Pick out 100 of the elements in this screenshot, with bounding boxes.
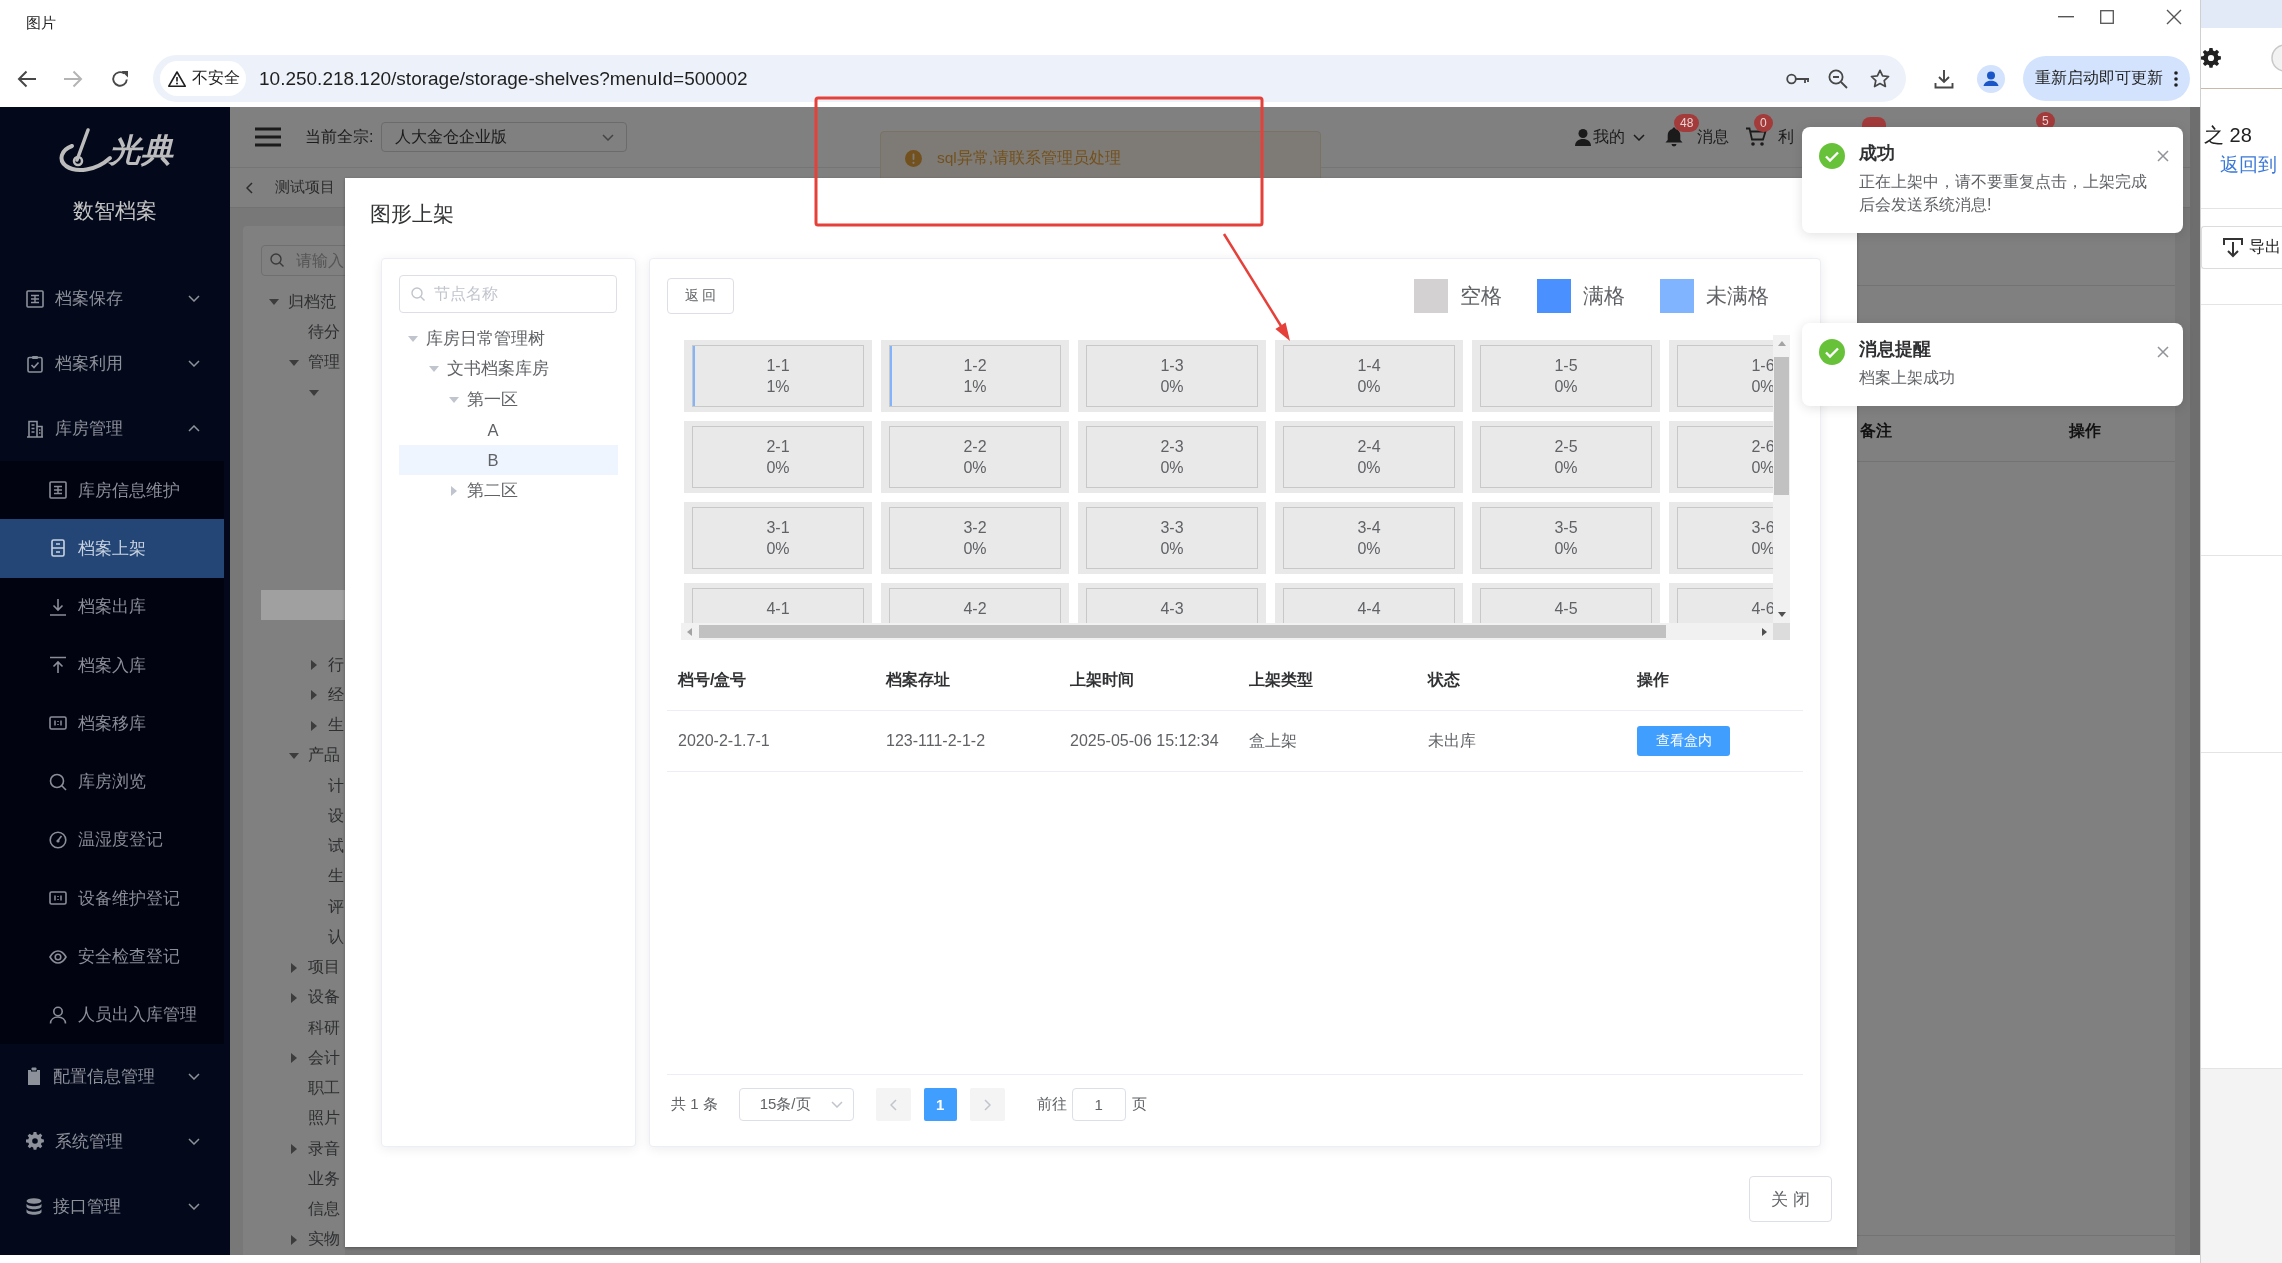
shelf-cell[interactable]: 1-1 1%	[684, 340, 872, 412]
sidebar-item[interactable]: 配置信息管理	[0, 1043, 230, 1109]
fonds-select[interactable]: 人大金仓企业版	[381, 122, 628, 152]
user-menu[interactable]: 我的	[1575, 126, 1645, 148]
breadcrumb-tab[interactable]: 测试项目	[275, 178, 335, 197]
shelf-cell[interactable]: 4-5	[1472, 583, 1660, 623]
tree-node[interactable]: A	[399, 414, 618, 446]
view-contents-button[interactable]: 查看盒内	[1637, 726, 1730, 756]
tree-node[interactable]: B	[399, 445, 618, 476]
scroll-down-icon[interactable]	[1777, 612, 1786, 617]
shelf-cell[interactable]: 1-3 0%	[1078, 340, 1266, 412]
sidebar-item[interactable]: 档案保存	[0, 266, 230, 331]
sidebar-subitem[interactable]: 库房信息维护	[0, 461, 224, 520]
back-link[interactable]: 返回到	[2220, 152, 2282, 178]
export-button[interactable]: 导出	[2201, 226, 2282, 269]
close-icon[interactable]	[2157, 346, 2169, 358]
cell-label: 2-2	[963, 437, 987, 457]
sidebar-item[interactable]: 库房管理	[0, 396, 230, 461]
tree-node[interactable]: 第二区	[399, 475, 618, 506]
tree-node[interactable]	[261, 589, 345, 620]
sidebar-subitem[interactable]: 档案出库	[0, 577, 224, 636]
minimize-icon[interactable]	[2058, 16, 2074, 18]
vertical-scrollbar[interactable]	[1773, 335, 1790, 623]
page-scrollbar[interactable]	[2190, 107, 2200, 1255]
search-icon	[270, 253, 284, 267]
user-icon	[49, 1005, 67, 1024]
zoom-out-icon[interactable]	[1828, 68, 1848, 89]
count-badge: 48	[1674, 113, 1700, 132]
fill-percentage: 0%	[1357, 458, 1381, 478]
close-icon[interactable]	[2166, 9, 2182, 25]
shelf-cell[interactable]: 4-2	[881, 583, 1069, 623]
shelf-cell[interactable]: 3-3 0%	[1078, 502, 1266, 574]
shelf-cell[interactable]: 3-2 0%	[881, 502, 1069, 574]
sidebar-subitem[interactable]: 库房浏览	[0, 752, 224, 811]
sidebar-item[interactable]: 档案利用	[0, 331, 230, 396]
close-icon[interactable]	[2157, 150, 2169, 162]
shelf-cell[interactable]: 3-1 0%	[684, 502, 872, 574]
shelf-cell[interactable]: 4-3	[1078, 583, 1266, 623]
star-icon[interactable]	[1870, 69, 1890, 88]
gauge-icon	[49, 830, 67, 849]
card-icon	[49, 889, 67, 908]
reload-icon[interactable]	[111, 69, 129, 88]
shelf-cell[interactable]: 2-1 0%	[684, 421, 872, 493]
download-icon[interactable]	[1934, 68, 1954, 89]
scroll-up-icon[interactable]	[1777, 341, 1786, 346]
key-icon[interactable]	[1786, 72, 1810, 85]
sidebar-subitem[interactable]: 安全检查登记	[0, 927, 224, 986]
back-arrow-icon[interactable]	[17, 69, 37, 88]
shelf-cell[interactable]: 4-4	[1275, 583, 1463, 623]
tree-node[interactable]: 文书档案库房	[399, 354, 618, 385]
scrollbar-thumb[interactable]	[1774, 357, 1789, 495]
shelf-cell[interactable]: 2-2 0%	[881, 421, 1069, 493]
maximize-icon[interactable]	[2100, 10, 2114, 24]
avatar-icon[interactable]	[1977, 64, 2005, 93]
sidebar-subitem[interactable]: 设备维护登记	[0, 869, 224, 928]
sidebar-subitem[interactable]: 温湿度登记	[0, 810, 224, 870]
forward-arrow-icon[interactable]	[63, 69, 83, 88]
sidebar-item[interactable]: 系统管理	[0, 1108, 230, 1174]
page-jump-field[interactable]: 1	[1071, 1088, 1126, 1121]
shelf-cell[interactable]: 1-2 1%	[881, 340, 1069, 412]
tree-node[interactable]: 库房日常管理树	[399, 324, 618, 355]
column-header: 操作	[2069, 421, 2102, 441]
chevron-left-icon	[889, 1098, 897, 1111]
sidebar-subitem[interactable]: 档案入库	[0, 635, 224, 695]
sidebar-subitem[interactable]: 档案上架	[0, 519, 224, 578]
back-button[interactable]: 返 回	[667, 278, 734, 314]
notification-title: 成功	[1859, 142, 1896, 164]
shelf-cell[interactable]: 4-6	[1669, 583, 1773, 623]
shelf-cell[interactable]: 2-3 0%	[1078, 421, 1266, 493]
tree-node[interactable]: 第一区	[399, 384, 618, 415]
shelf-cell[interactable]: 1-4 0%	[1275, 340, 1463, 412]
fill-percentage: 0%	[1357, 377, 1381, 397]
eye-icon	[49, 949, 67, 964]
page-size-select[interactable]: 15条/页	[738, 1088, 854, 1121]
fill-percentage: 1%	[963, 377, 987, 397]
sidebar-subitem[interactable]: 档案移库	[0, 694, 224, 753]
scroll-left-icon[interactable]	[687, 627, 692, 636]
cell-label: 3-3	[1160, 518, 1184, 538]
page-number[interactable]: 1	[923, 1088, 957, 1121]
chevron-left-icon[interactable]	[246, 181, 253, 194]
scroll-right-icon[interactable]	[1762, 627, 1767, 636]
shelf-cell[interactable]: 1-5 0%	[1472, 340, 1660, 412]
sidebar-subitem[interactable]: 人员出入库管理	[0, 985, 224, 1044]
shelf-cell[interactable]: 4-1	[684, 583, 872, 623]
column-header: 上架时间	[1069, 670, 1135, 690]
gear-icon[interactable]	[2201, 48, 2221, 68]
close-button[interactable]: 关 闭	[1749, 1176, 1832, 1222]
scrollbar-thumb[interactable]	[699, 625, 1666, 638]
shelf-cell[interactable]: 2-5 0%	[1472, 421, 1660, 493]
horizontal-scrollbar[interactable]	[681, 623, 1773, 640]
sidebar-item[interactable]: 接口管理	[0, 1173, 230, 1239]
shelf-cell[interactable]: 3-5 0%	[1472, 502, 1660, 574]
security-chip[interactable]: 不安全	[160, 61, 246, 96]
shelf-cell[interactable]: 3-4 0%	[1275, 502, 1463, 574]
table-cell-text: 2020-2-1.7-1	[677, 731, 771, 751]
fill-percentage: 0%	[1357, 539, 1381, 559]
update-button[interactable]: 重新启动即可更新	[2023, 56, 2190, 101]
shelf-cell[interactable]: 2-4 0%	[1275, 421, 1463, 493]
menu-icon[interactable]	[255, 127, 281, 147]
address-bar[interactable]: 不安全 10.250.218.120/storage/storage-shelves?menuId=500002	[153, 55, 1906, 102]
